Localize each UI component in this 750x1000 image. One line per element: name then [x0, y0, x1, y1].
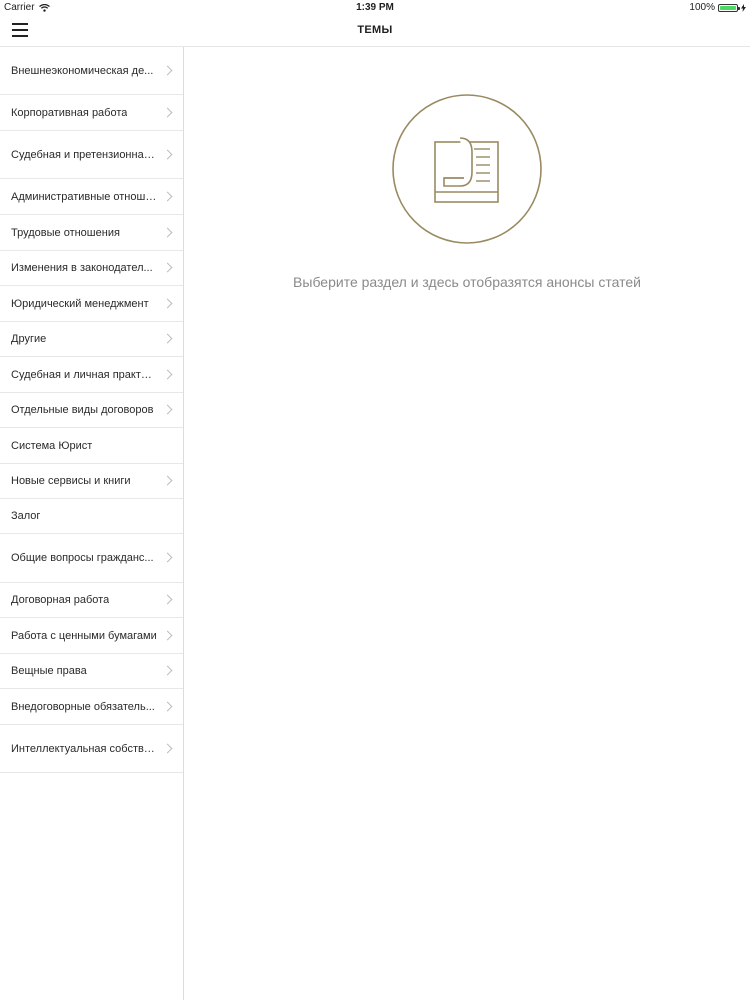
chevron-right-icon [162, 149, 173, 159]
sidebar-item-label: Залог [11, 510, 41, 522]
sidebar-item-label: Вещные права [11, 665, 87, 677]
sidebar-item-label: Интеллектуальная собстве... [11, 742, 157, 755]
chevron-right-icon [162, 262, 173, 273]
chevron-right-icon [162, 227, 173, 237]
chevron-right-icon [162, 630, 173, 640]
sidebar-item[interactable]: Судебная и личная практика [0, 357, 183, 393]
chevron-right-icon [162, 665, 173, 676]
sidebar-item[interactable]: Внешнеэкономическая де... [0, 47, 183, 95]
chevron-right-icon [162, 65, 173, 75]
sidebar-item-label: Система Юрист [11, 439, 93, 452]
sidebar-item[interactable]: Вещные права [0, 654, 183, 689]
sidebar-item-label: Общие вопросы граждaнс... [11, 552, 154, 564]
sidebar-item[interactable]: Общие вопросы граждaнс... [0, 534, 183, 583]
chevron-right-icon [162, 191, 173, 201]
navigation-bar: ТЕМЫ [0, 16, 750, 47]
sidebar-item[interactable]: Трудовые отношения [0, 215, 183, 251]
sidebar-item-label: Работа с ценными бумагами [11, 629, 157, 642]
sidebar-item[interactable]: Договорная работа [0, 583, 183, 618]
page-title: ТЕМЫ [357, 24, 393, 36]
sidebar-item[interactable]: Юридический менеджмент [0, 286, 183, 322]
charging-icon [741, 3, 746, 12]
sidebar-item[interactable]: Корпоративная работа [0, 95, 183, 131]
sidebar-item-label: Новые сервисы и книги [11, 475, 131, 487]
chevron-right-icon [162, 475, 173, 486]
chevron-right-icon [162, 701, 173, 711]
sidebar-item-label: Административные отноше... [11, 190, 157, 203]
sidebar-item[interactable]: Судебная и претензионная... [0, 131, 183, 179]
sidebar-item[interactable]: Новые сервисы и книги [0, 464, 183, 499]
sidebar-item-label: Судебная и личная практика [11, 368, 157, 381]
chevron-right-icon [162, 333, 173, 344]
sidebar-item-label: Изменения в законодател... [11, 262, 153, 274]
sidebar-item[interactable]: Другие [0, 322, 183, 357]
status-time: 1:39 PM [356, 2, 394, 13]
sidebar-item[interactable]: Внедоговорные обязатель... [0, 689, 183, 725]
sidebar-item-label: Отдельные виды договоров [11, 404, 154, 416]
chevron-right-icon [162, 743, 173, 753]
status-right: 100% [689, 2, 746, 13]
empty-state-message: Выберите раздел и здесь отобразятся анон… [293, 274, 641, 290]
sidebar-item-label: Другие [11, 333, 47, 345]
content-area: Выберите раздел и здесь отобразятся анон… [184, 47, 750, 1000]
sidebar-item-label: Внедоговорные обязатель... [11, 700, 155, 713]
chevron-right-icon [162, 594, 173, 605]
chevron-right-icon [162, 298, 173, 308]
sidebar-item[interactable]: Система Юрист [0, 428, 183, 464]
chevron-right-icon [162, 369, 173, 379]
sidebar-item[interactable]: Изменения в законодател... [0, 251, 183, 286]
sidebar-item[interactable]: Административные отноше... [0, 179, 183, 215]
sidebar-item-label: Трудовые отношения [11, 226, 120, 239]
sidebar-item[interactable]: Отдельные виды договоров [0, 393, 183, 428]
sidebar-item[interactable]: Интеллектуальная собстве... [0, 725, 183, 773]
sidebar-item-label: Договорная работа [11, 594, 110, 606]
status-bar: Carrier 1:39 PM 100% [0, 0, 750, 16]
sidebar-item-label: Юридический менеджмент [11, 297, 149, 310]
battery-icon [718, 3, 740, 12]
sidebar-item[interactable]: Залог [0, 499, 183, 534]
topics-sidebar: Внешнеэкономическая де... Корпоративная р… [0, 47, 184, 1000]
chevron-right-icon [162, 107, 173, 117]
chevron-right-icon [162, 404, 173, 415]
sidebar-item[interactable]: Работа с ценными бумагами [0, 618, 183, 654]
battery-percentage: 100% [689, 2, 715, 13]
chevron-right-icon [162, 552, 173, 563]
sidebar-item-label: Внешнеэкономическая де... [11, 64, 154, 77]
document-icon [392, 94, 542, 244]
sidebar-item-label: Судебная и претензионная... [11, 148, 157, 161]
sidebar-item-label: Корпоративная работа [11, 106, 128, 119]
